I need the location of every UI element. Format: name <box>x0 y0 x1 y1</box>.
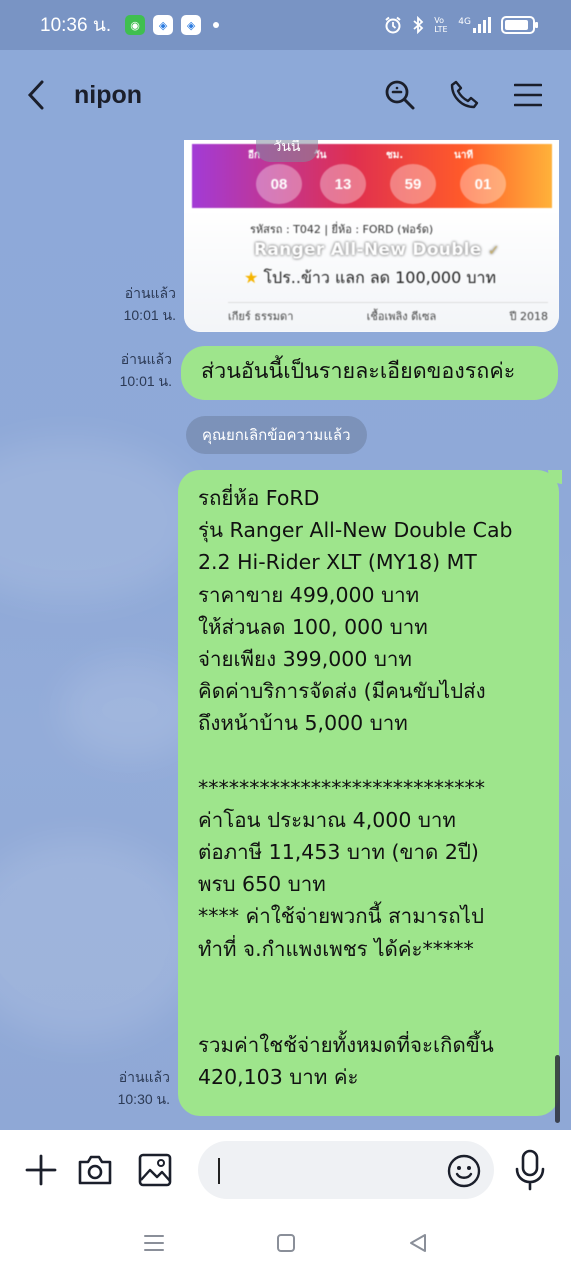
message-line: ราคาขาย 499,000 บาท <box>198 582 420 607</box>
car-details-line: รหัสรถ : T042 | ยี่ห้อ : FORD (ฟอร์ด) <box>250 223 434 236</box>
notification-icons: ◉ ◈ ◈ <box>125 15 220 35</box>
chat-header: nipon <box>0 50 571 140</box>
header-actions <box>383 78 545 112</box>
unsent-message-notice: คุณยกเลิกข้อความแล้ว <box>186 416 367 454</box>
message-line: ให้ส่วนลด 100, 000 บาท <box>198 614 428 639</box>
short-message-meta: อ่านแล้ว 10:01 น. <box>96 348 172 392</box>
messenger-app-icon: ◈ <box>153 15 174 35</box>
contact-name[interactable]: nipon <box>74 81 142 110</box>
message-bubble-long[interactable]: รถยี่ห้อ FoRD รุ่น Ranger All-New Double… <box>178 470 559 1116</box>
hamburger-menu-icon <box>514 83 542 107</box>
car-specs-row: เกียร์ ธรรมดา เชื้อเพลิง ดีเซล ปี 2018 <box>228 302 548 325</box>
message-line: 2.2 Hi-Rider XLT (MY18) MT <box>198 550 477 575</box>
car-card-info: รหัสรถ : T042 | ยี่ห้อ : FORD (ฟอร์ด) Ra… <box>184 210 559 332</box>
recent-apps-icon <box>143 1235 164 1251</box>
scrollbar[interactable] <box>555 1055 560 1123</box>
search-button[interactable] <box>383 78 417 112</box>
image-message[interactable]: อีก วัน ชม. นาที 08 13 59 01 รหัสรถ : T0… <box>184 140 559 332</box>
gear-spec: เกียร์ ธรรมดา <box>228 310 294 323</box>
timer-label: นาที <box>454 150 474 161</box>
background-cloud <box>0 840 200 1040</box>
volte-icon: Vo LTE <box>434 16 448 34</box>
text-caret <box>218 1158 220 1184</box>
message-line: รวมค่าใชช้จ่ายทั้งหมดที่จะเกิดขึ้น <box>198 1033 494 1058</box>
message-line: พรบ 650 บาท <box>198 872 326 897</box>
message-line: ต่อภาษี 11,453 บาท (ขาด 2ปี) <box>198 840 479 865</box>
message-line: ถึงหน้าบ้าน 5,000 บาท <box>198 711 408 736</box>
image-icon <box>138 1153 172 1187</box>
message-line: รุ่น Ranger All-New Double Cab <box>198 518 513 543</box>
home-icon <box>276 1234 295 1252</box>
chat-area[interactable]: อีก วัน ชม. นาที 08 13 59 01 รหัสรถ : T0… <box>0 140 571 1130</box>
system-nav-bar <box>0 1210 571 1280</box>
network-type: 4G <box>458 17 491 33</box>
alarm-icon <box>385 16 401 34</box>
plus-icon <box>25 1154 57 1186</box>
countdown-days: 08 <box>256 164 302 204</box>
triangle-back-icon <box>409 1234 426 1252</box>
emoji-button[interactable] <box>446 1153 482 1189</box>
home-button[interactable] <box>275 1232 297 1258</box>
date-badge: วันนี้ <box>256 140 318 162</box>
countdown-seconds: 01 <box>460 164 506 204</box>
messenger-app-icon-2: ◈ <box>181 15 202 35</box>
bluetooth-icon <box>413 16 424 34</box>
message-line: ทำที่ จ.กำแพงเพชร ได้ค่ะ***** <box>198 936 474 961</box>
read-receipt: อ่านแล้ว <box>118 1069 170 1085</box>
fuel-spec: เชื้อเพลิง ดีเซล <box>366 310 437 323</box>
star-icon: ★ <box>244 268 259 287</box>
status-time: 10:36 น. <box>40 15 112 36</box>
message-line: **** ค่าใช้จ่ายพวกนี้ สามารถไป <box>198 904 484 929</box>
countdown-minutes: 59 <box>390 164 436 204</box>
search-icon <box>385 80 415 110</box>
long-message-meta: อ่านแล้ว 10:30 น. <box>94 1066 170 1110</box>
message-line: **************************** <box>198 775 485 800</box>
year-spec: ปี 2018 <box>509 310 548 323</box>
back-nav-button[interactable] <box>407 1232 429 1258</box>
promo-countdown-banner: อีก วัน ชม. นาที 08 13 59 01 <box>192 144 552 208</box>
add-button[interactable] <box>20 1149 62 1191</box>
message-time: 10:01 น. <box>119 373 172 389</box>
menu-button[interactable] <box>511 78 545 112</box>
phone-icon <box>450 80 479 109</box>
signal-icon <box>473 17 491 33</box>
background-cloud <box>0 440 200 600</box>
camera-icon <box>78 1155 112 1185</box>
camera-button[interactable] <box>74 1149 116 1191</box>
message-line: จ่ายเพียง 399,000 บาท <box>198 646 412 671</box>
message-line: รถยี่ห้อ FoRD <box>198 486 320 510</box>
more-notifications-dot <box>213 22 220 28</box>
gallery-button[interactable] <box>134 1149 176 1191</box>
battery-icon <box>501 16 538 34</box>
message-line: คิดค่าบริการจัดส่ง (มีคนขับไปส่ง <box>198 679 486 704</box>
timer-label: ชม. <box>386 150 404 161</box>
message-time: 10:01 น. <box>123 307 176 323</box>
status-bar: 10:36 น. ◉ ◈ ◈ Vo LTE 4G <box>0 0 571 50</box>
verified-check-icon: ✓ <box>487 243 500 259</box>
call-button[interactable] <box>447 78 481 112</box>
chevron-left-icon <box>27 80 44 110</box>
promo-line: ★ โปร..ข้าว แลก ลด 100,000 บาท <box>244 268 497 287</box>
back-button[interactable] <box>26 75 56 115</box>
image-message-meta: อ่านแล้ว 10:01 น. <box>100 282 176 326</box>
message-line: ค่าโอน ประมาณ 4,000 บาท <box>198 807 456 832</box>
read-receipt: อ่านแล้ว <box>124 285 176 301</box>
smiley-icon <box>447 1154 481 1188</box>
message-line: 420,103 บาท ค่ะ <box>198 1065 359 1090</box>
read-receipt: อ่านแล้ว <box>120 351 172 367</box>
message-time: 10:30 น. <box>117 1091 170 1107</box>
voice-button[interactable] <box>512 1149 548 1195</box>
android-app-icon: ◉ <box>125 15 146 35</box>
status-right: Vo LTE 4G <box>384 16 538 34</box>
message-bubble[interactable]: ส่วนอันนี้เป็นรายละเอียดของรถค่ะ <box>181 346 558 400</box>
message-input-bar <box>0 1130 571 1210</box>
countdown-hours: 13 <box>320 164 366 204</box>
car-model-title: Ranger All-New Double ✓ <box>254 240 500 260</box>
recent-apps-button[interactable] <box>143 1232 165 1258</box>
microphone-icon <box>515 1149 545 1191</box>
